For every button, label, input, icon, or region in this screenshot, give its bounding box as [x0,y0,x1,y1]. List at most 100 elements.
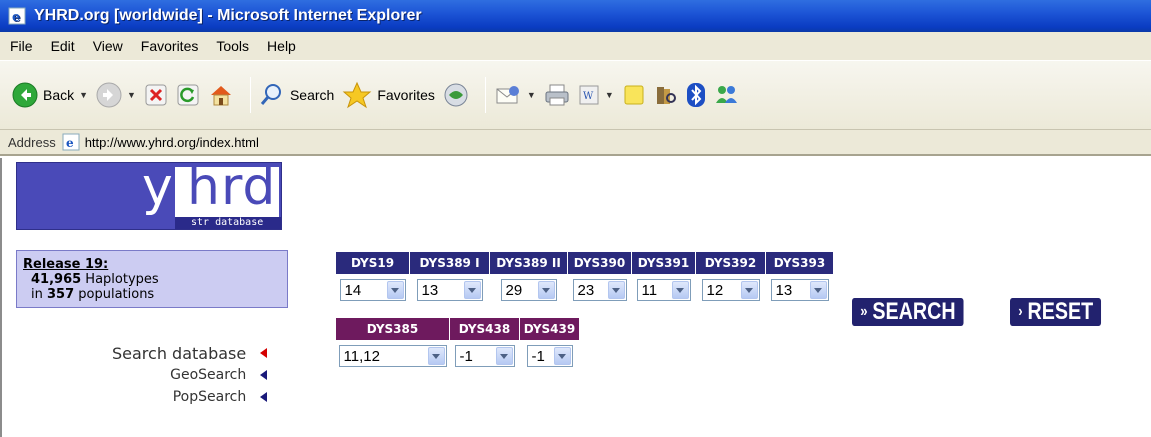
back-arrow-icon [12,82,38,108]
mail-icon [496,86,519,104]
dropdown-arrow-icon[interactable] [537,281,555,299]
svg-text:W: W [583,91,594,102]
page-content: y hrd str database Release 19: 41,965 Ha… [0,158,1151,437]
marker-select[interactable]: 23 [572,279,627,301]
dropdown-arrow-icon[interactable] [386,281,404,299]
marker-select[interactable]: 14 [339,279,406,301]
red-arrow-icon [260,348,268,358]
populations-prefix: in [31,287,47,302]
search-button-label: SEARCH [872,298,956,325]
forward-button[interactable]: ▼ [96,82,136,108]
haplotypes-line: 41,965 Haplotypes [23,272,281,287]
search-icon [260,84,281,105]
menu-help[interactable]: Help [267,38,296,54]
stop-button[interactable] [144,83,168,107]
dropdown-arrow-icon[interactable] [607,281,625,299]
marker-select[interactable]: -1 [526,345,573,367]
nav-popsearch[interactable]: PopSearch [112,386,277,408]
menu-view[interactable]: View [93,38,123,54]
discuss-button[interactable] [622,83,646,107]
marker-cell-r1-1: 13 [410,274,490,306]
dropdown-arrow-icon[interactable] [553,347,571,365]
marker-select-value: 23 [577,281,595,299]
dropdown-arrow-icon[interactable] [495,347,513,365]
marker-cell-r2-0: 11,12 [336,340,450,372]
address-label: Address [8,134,56,150]
mail-button[interactable]: ▼ [494,83,536,107]
favorites-button[interactable]: Favorites [342,81,435,109]
dropdown-arrow-icon[interactable] [809,281,827,299]
toolbar-separator-2 [484,77,486,113]
populations-line: in 357 populations [23,287,281,302]
dropdown-arrow-icon[interactable] [740,281,758,299]
refresh-button[interactable] [176,83,200,107]
nav-search-database[interactable]: Search database [112,342,277,364]
dropdown-arrow-icon[interactable] [463,281,481,299]
edit-dropdown-icon[interactable]: ▼ [605,90,614,100]
back-label: Back [43,87,75,103]
print-button[interactable] [544,83,570,107]
back-dropdown-icon[interactable]: ▼ [79,90,88,100]
stop-icon [145,84,167,106]
marker-cell-r1-4: 11 [632,274,696,306]
forward-dropdown-icon[interactable]: ▼ [127,90,136,100]
marker-header-r1-5: DYS392 [696,252,766,274]
forward-arrow-icon [96,82,122,108]
marker-header-row-2: DYS385 DYS438 DYS439 [336,318,580,340]
dropdown-arrow-icon[interactable] [427,347,445,365]
dropdown-arrow-icon[interactable] [671,281,689,299]
address-bar: Address e http://www.yhrd.org/index.html [0,130,1151,156]
home-icon [210,86,231,106]
marker-header-r1-4: DYS391 [632,252,696,274]
window-title: YHRD.org [worldwide] - Microsoft Interne… [34,7,422,24]
nav-geosearch[interactable]: GeoSearch [112,364,277,386]
bluetooth-button[interactable] [686,82,706,108]
release-title[interactable]: Release 19: [23,257,281,272]
favorites-star-icon [342,81,372,109]
logo-y: y [142,157,173,217]
populations-count: 357 [46,287,75,302]
marker-select-value: 13 [421,281,439,299]
marker-select[interactable]: 13 [416,279,483,301]
svg-text:e: e [12,10,20,25]
marker-select-value: 11,12 [343,347,380,365]
marker-cell-r1-3: 23 [568,274,632,306]
marker-select-value: 11 [641,281,658,299]
marker-select[interactable]: -1 [454,345,515,367]
address-url: http://www.yhrd.org/index.html [84,134,259,150]
bluetooth-icon [686,83,705,107]
menu-edit[interactable]: Edit [51,38,75,54]
word-icon: W [579,85,599,105]
logo-hrd: hrd [187,157,277,217]
messenger-button[interactable] [714,83,740,107]
marker-cell-r1-0: 14 [336,274,410,306]
search-button[interactable]: Search [259,82,334,108]
marker-select[interactable]: 13 [770,279,829,301]
haplotypes-count: 41,965 [31,272,82,287]
back-button[interactable]: Back ▼ [12,82,88,108]
marker-select[interactable]: 29 [500,279,557,301]
menu-file[interactable]: File [10,38,33,54]
menu-favorites[interactable]: Favorites [141,38,199,54]
mail-dropdown-icon[interactable]: ▼ [527,90,536,100]
search-button[interactable]: » SEARCH [852,298,964,326]
marker-select[interactable]: 11,12 [338,345,447,367]
media-icon [444,83,468,107]
menu-tools[interactable]: Tools [216,38,249,54]
marker-header-row-1: DYS19 DYS389 I DYS389 II DYS390 DYS391 DYS392… [336,252,834,274]
marker-select-value: 29 [505,281,523,299]
yhrd-logo[interactable]: y hrd str database [16,157,282,230]
edit-word-button[interactable]: W ▼ [578,84,614,106]
double-arrow-icon: » [860,303,868,320]
reset-button[interactable]: › RESET [1010,298,1102,326]
address-field[interactable]: e http://www.yhrd.org/index.html [62,131,259,153]
research-button[interactable] [654,83,678,107]
marker-select[interactable]: 12 [701,279,760,301]
media-button[interactable] [443,82,469,108]
haplotypes-label: Haplotypes [81,272,159,287]
print-icon [545,84,569,106]
home-button[interactable] [208,83,234,107]
blue-arrow-icon [260,392,268,402]
marker-cell-r2-2: -1 [520,340,580,372]
marker-select[interactable]: 11 [636,279,691,301]
